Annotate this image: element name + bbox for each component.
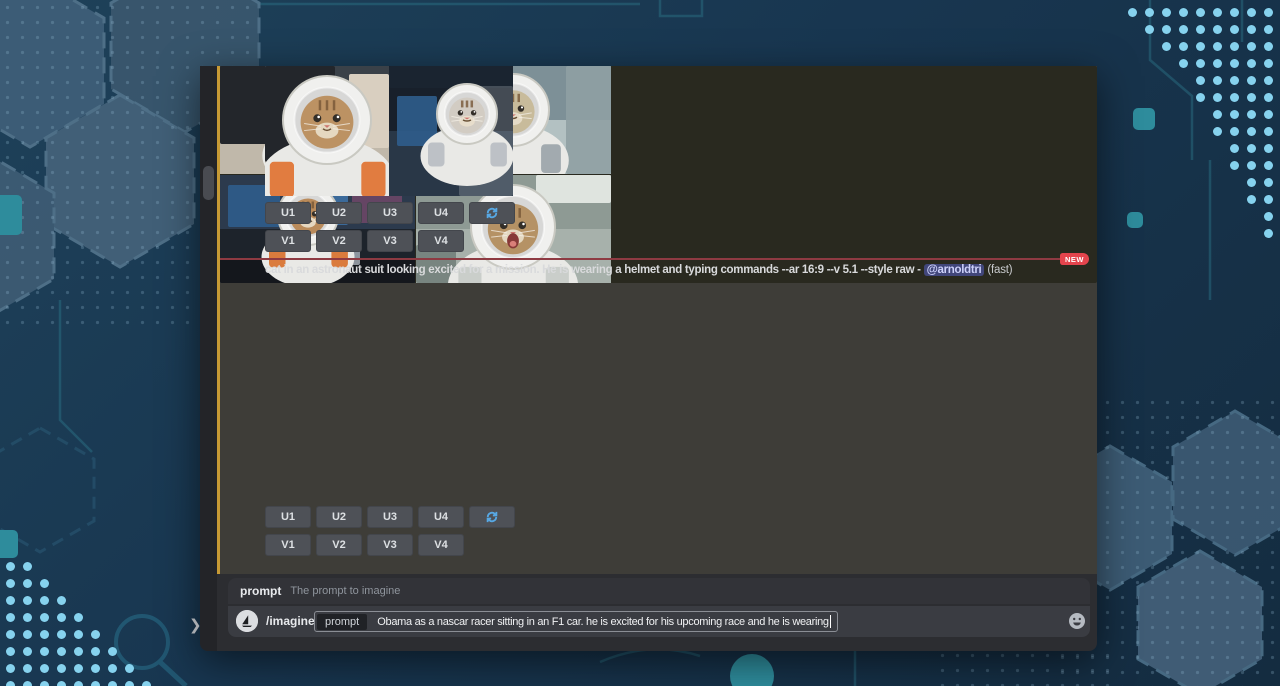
v1-button[interactable]: V1 bbox=[265, 230, 311, 252]
u2-button[interactable]: U2 bbox=[316, 506, 362, 528]
collapse-chevron-icon[interactable]: ❯ bbox=[189, 616, 202, 634]
reroll-icon bbox=[485, 206, 499, 220]
v4-button[interactable]: V4 bbox=[418, 534, 464, 556]
autocomplete-option: prompt bbox=[240, 584, 281, 598]
v3-button[interactable]: V3 bbox=[367, 230, 413, 252]
mention-highlighted-messages: U1 U2 U3 U4 V1 V2 bbox=[217, 66, 1097, 574]
u1-button[interactable]: U1 bbox=[265, 506, 311, 528]
reroll-icon bbox=[485, 510, 499, 524]
new-messages-divider bbox=[220, 258, 1089, 260]
dot-staircase-top-right bbox=[1128, 8, 1280, 268]
dot-staircase-bottom-left bbox=[6, 562, 176, 686]
midjourney-bot-avatar bbox=[236, 610, 258, 632]
scrollbar-thumb[interactable] bbox=[203, 166, 214, 200]
v4-button[interactable]: V4 bbox=[418, 230, 464, 252]
text-caret bbox=[830, 615, 831, 628]
teal-square-left-1 bbox=[0, 195, 22, 235]
discord-window: ❯ U1 U2 U3 U4 bbox=[200, 66, 1097, 651]
slash-command-autocomplete[interactable]: prompt The prompt to imagine bbox=[228, 578, 1090, 604]
u3-button[interactable]: U3 bbox=[367, 506, 413, 528]
desktop-background: ❯ U1 U2 U3 U4 bbox=[0, 0, 1280, 686]
generated-image-1[interactable] bbox=[265, 66, 389, 196]
teal-square-right-1 bbox=[1133, 108, 1155, 130]
prompt-input-value: Obama as a nascar racer sitting in an F1… bbox=[377, 616, 829, 628]
u2-button[interactable]: U2 bbox=[316, 202, 362, 224]
v2-button[interactable]: V2 bbox=[316, 230, 362, 252]
v1-button[interactable]: V1 bbox=[265, 534, 311, 556]
new-badge[interactable]: NEW bbox=[1060, 253, 1089, 265]
upscale-button-row-2: U1 U2 U3 U4 bbox=[265, 506, 515, 528]
message-input-bar: /imagine prompt Obama as a nascar racer … bbox=[228, 606, 1090, 637]
variation-button-row-2: V1 V2 V3 V4 bbox=[265, 534, 464, 556]
prompt-separator: - bbox=[914, 264, 923, 276]
message-prompt-text: cat in an astronaut suit looking excited… bbox=[265, 264, 1012, 276]
teal-square-right-2 bbox=[1127, 212, 1143, 228]
generated-image-2[interactable] bbox=[389, 66, 513, 196]
user-mention[interactable]: @arnoldtri bbox=[924, 264, 985, 276]
prompt-option-chip: prompt bbox=[317, 614, 367, 630]
v3-button[interactable]: V3 bbox=[367, 534, 413, 556]
variation-button-row-1: V1 V2 V3 V4 bbox=[265, 230, 464, 252]
chat-area: U1 U2 U3 U4 V1 V2 bbox=[217, 66, 1097, 651]
u4-button[interactable]: U4 bbox=[418, 506, 464, 528]
channel-edge-strip bbox=[200, 66, 217, 651]
u4-button[interactable]: U4 bbox=[418, 202, 464, 224]
image-grid-partial bbox=[265, 66, 513, 196]
prompt-text: cat in an astronaut suit looking excited… bbox=[265, 264, 914, 276]
upscale-button-row-1: U1 U2 U3 U4 bbox=[265, 202, 515, 224]
prompt-input-field[interactable]: prompt Obama as a nascar racer sitting i… bbox=[314, 611, 838, 632]
fast-mode-label: (fast) bbox=[984, 264, 1012, 276]
reroll-button[interactable] bbox=[469, 506, 515, 528]
reroll-button[interactable] bbox=[469, 202, 515, 224]
sailboat-icon bbox=[236, 610, 258, 632]
imagine-command-label: /imagine bbox=[266, 606, 315, 637]
teal-square-left-2 bbox=[0, 530, 18, 558]
u1-button[interactable]: U1 bbox=[265, 202, 311, 224]
u3-button[interactable]: U3 bbox=[367, 202, 413, 224]
v2-button[interactable]: V2 bbox=[316, 534, 362, 556]
autocomplete-description: The prompt to imagine bbox=[290, 585, 400, 597]
emoji-smiley-icon[interactable] bbox=[1068, 612, 1086, 630]
